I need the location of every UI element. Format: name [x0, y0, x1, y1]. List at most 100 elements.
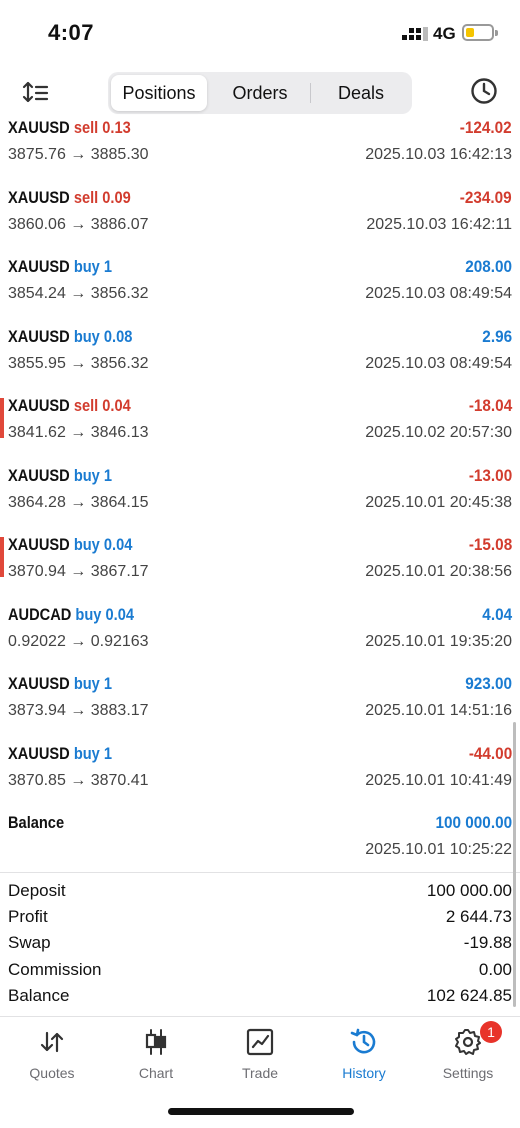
- summary-label: Balance: [8, 985, 70, 1005]
- summary-row-profit: Profit 2 644.73: [0, 905, 520, 931]
- deal-side: sell: [73, 396, 99, 415]
- account-summary: Deposit 100 000.00 Profit 2 644.73 Swap …: [0, 879, 520, 1010]
- deal-symbol-line: XAUUSD buy 0.04: [8, 535, 132, 555]
- nav-chart[interactable]: Chart: [104, 1017, 208, 1087]
- deal-row[interactable]: XAUUSD buy 0.08 3855.95 → 3856.32 2.96 2025…: [0, 327, 520, 397]
- deal-side: buy: [73, 535, 100, 554]
- deal-volume: 0.04: [105, 604, 134, 624]
- deal-prices: 3855.95 → 3856.32: [8, 354, 149, 372]
- deal-volume: 0.09: [102, 187, 131, 207]
- deal-symbol: XAUUSD: [8, 118, 70, 137]
- candlestick-icon: [145, 1029, 167, 1055]
- summary-value: 0.00: [478, 959, 512, 979]
- settings-badge: 1: [480, 1021, 502, 1043]
- nav-history[interactable]: History: [312, 1017, 416, 1087]
- deal-prices: 3864.28 → 3864.15: [8, 493, 149, 511]
- nav-quotes[interactable]: Quotes: [0, 1017, 104, 1087]
- deal-volume: 1: [103, 257, 113, 276]
- summary-value: 102 624.85: [426, 985, 512, 1005]
- deal-profit: 923.00: [465, 674, 512, 693]
- summary-label: Profit: [8, 907, 48, 927]
- deal-symbol-line: XAUUSD buy 1: [8, 674, 112, 694]
- summary-divider: [0, 872, 520, 873]
- deal-prices: 0.92022 → 0.92163: [8, 632, 149, 650]
- nav-settings[interactable]: Settings: [416, 1017, 520, 1087]
- summary-row-balance: Balance 102 624.85: [0, 984, 520, 1010]
- deal-profit: -18.04: [468, 396, 512, 415]
- gear-icon: [455, 1029, 481, 1055]
- deal-date: 2025.10.03 16:42:13: [365, 146, 512, 163]
- deal-row[interactable]: XAUUSD buy 1 3870.85 → 3870.41 -44.00 2025.…: [0, 744, 520, 814]
- deal-symbol-line: XAUUSD buy 1: [8, 466, 112, 486]
- summary-row-deposit: Deposit 100 000.00: [0, 879, 520, 905]
- deal-symbol-line: AUDCAD buy 0.04: [8, 605, 134, 625]
- deal-side: buy: [73, 326, 100, 346]
- status-bar: 4:07 4G: [0, 0, 520, 66]
- nav-label: Settings: [442, 1065, 494, 1081]
- deal-symbol-line: XAUUSD buy 0.08: [8, 327, 132, 347]
- scrollbar[interactable]: [513, 722, 516, 1007]
- deal-row[interactable]: XAUUSD buy 1 3864.28 → 3864.15 -13.00 2025.…: [0, 466, 520, 536]
- deal-profit: -13.00: [468, 465, 512, 485]
- deal-date: 2025.10.01 19:35:20: [365, 632, 512, 650]
- deal-date: 2025.10.01 20:45:38: [365, 493, 512, 511]
- deal-profit: 2.96: [482, 326, 512, 346]
- deal-symbol: XAUUSD: [8, 187, 70, 207]
- deal-row[interactable]: XAUUSD sell 0.09 3860.06 → 3886.07 -234.09…: [0, 188, 520, 258]
- deal-prices: 3841.62 → 3846.13: [8, 424, 149, 441]
- tab-positions[interactable]: Positions: [111, 75, 207, 111]
- deal-symbol: Balance: [8, 813, 65, 832]
- deal-row[interactable]: XAUUSD buy 0.04 3870.94 → 3867.17 -15.08 20…: [0, 535, 520, 605]
- top-toolbar: Positions Orders Deals: [0, 66, 520, 118]
- summary-label: Deposit: [8, 881, 66, 900]
- nav-label: Trade: [241, 1065, 279, 1081]
- battery-icon: [462, 24, 498, 41]
- deal-symbol: XAUUSD: [8, 535, 70, 554]
- deal-prices: 3870.85 → 3870.41: [8, 771, 149, 789]
- deal-date: 2025.10.03 08:49:54: [365, 354, 512, 372]
- home-indicator[interactable]: [168, 1108, 354, 1115]
- deal-row[interactable]: XAUUSD sell 0.04 3841.62 → 3846.13 -18.04 2…: [0, 396, 520, 466]
- deal-side: buy: [73, 674, 100, 693]
- deal-date: 2025.10.01 10:41:49: [365, 771, 512, 789]
- tab-orders[interactable]: Orders: [211, 75, 309, 111]
- deal-profit: 208.00: [465, 257, 512, 276]
- deal-volume: 0.04: [102, 396, 131, 415]
- deal-date: 2025.10.03 16:42:11: [366, 215, 512, 233]
- deal-row[interactable]: XAUUSD buy 1 3873.94 → 3883.17 923.00 2025.…: [0, 674, 520, 744]
- trade-chart-icon: [246, 1028, 274, 1056]
- deal-symbol-line: XAUUSD sell 0.13: [8, 118, 131, 138]
- deal-symbol: XAUUSD: [8, 674, 70, 693]
- deal-side: buy: [73, 743, 100, 763]
- deal-row[interactable]: AUDCAD buy 0.04 0.92022 → 0.92163 4.04 2025…: [0, 605, 520, 675]
- deal-prices: 3875.76 → 3885.30: [8, 146, 149, 163]
- deal-side: buy: [75, 604, 102, 624]
- deal-symbol-line: XAUUSD buy 1: [8, 744, 112, 764]
- deal-profit: -44.00: [468, 743, 512, 763]
- deal-prices: 3860.06 → 3886.07: [8, 215, 149, 233]
- deal-side: buy: [73, 257, 100, 276]
- deal-side: sell: [73, 118, 99, 137]
- summary-value: -19.88: [463, 933, 512, 953]
- sort-icon[interactable]: [22, 78, 52, 108]
- deal-symbol: XAUUSD: [8, 326, 70, 346]
- deal-row[interactable]: XAUUSD buy 1 3854.24 → 3856.32 208.00 2025.…: [0, 257, 520, 327]
- deal-profit: 100 000.00: [435, 813, 512, 832]
- tab-divider: [310, 83, 311, 103]
- deal-date: 2025.10.01 20:38:56: [365, 563, 512, 580]
- history-icon: [350, 1028, 376, 1054]
- summary-label: Commission: [8, 959, 102, 979]
- signal-icon: [402, 27, 428, 41]
- deal-symbol-line: XAUUSD sell 0.04: [8, 396, 131, 416]
- arrows-updown-icon: [40, 1031, 64, 1053]
- deal-date: 2025.10.01 14:51:16: [365, 702, 512, 719]
- deal-volume: 1: [103, 674, 113, 693]
- deal-row[interactable]: XAUUSD sell 0.13 3875.76 → 3885.30 -124.02…: [0, 118, 520, 188]
- deal-symbol: XAUUSD: [8, 396, 70, 415]
- deal-symbol: XAUUSD: [8, 257, 70, 276]
- nav-label: History: [342, 1065, 386, 1081]
- deal-profit: -15.08: [468, 535, 512, 554]
- clock-icon[interactable]: [470, 77, 498, 105]
- tab-deals[interactable]: Deals: [313, 75, 409, 111]
- nav-trade[interactable]: Trade: [208, 1017, 312, 1087]
